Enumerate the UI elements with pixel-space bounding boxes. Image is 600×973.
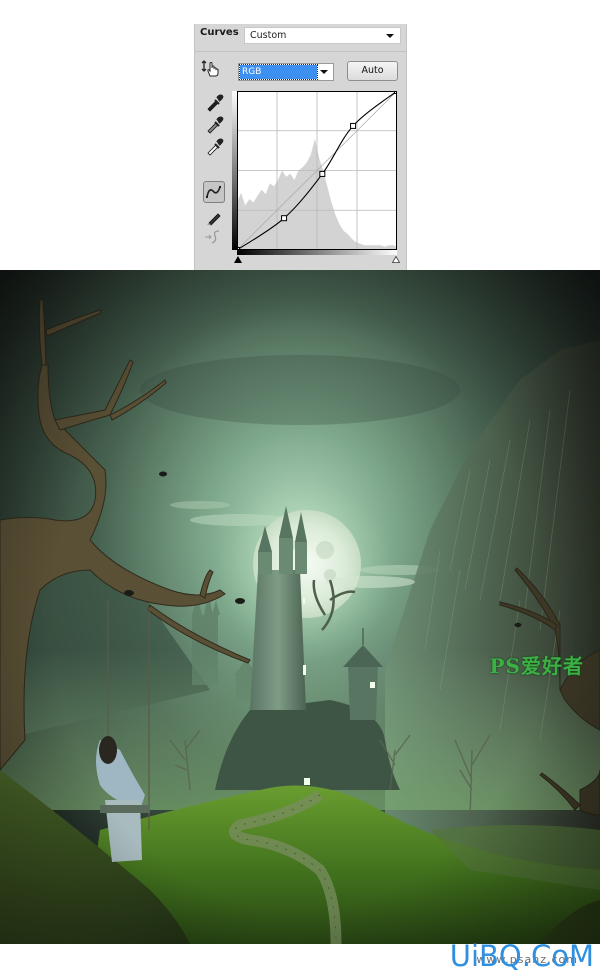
black-point-slider[interactable] (234, 256, 242, 263)
smooth-curve-tool (203, 227, 225, 247)
curve-control-point[interactable] (319, 170, 326, 177)
curve-control-point[interactable] (350, 122, 357, 129)
curve-icon (206, 186, 221, 198)
pencil-icon (207, 213, 221, 226)
eyedropper-white-icon (207, 138, 224, 156)
vignette (0, 270, 600, 971)
preset-dropdown[interactable]: Custom (244, 27, 401, 44)
hand-arrows-icon (201, 60, 219, 77)
edit-points-curve-tool[interactable] (203, 181, 225, 203)
curve-control-point[interactable] (281, 215, 288, 222)
eyedropper-gray-icon (207, 116, 224, 134)
artwork-image (0, 270, 600, 971)
input-gradient-bar (237, 250, 397, 255)
eyedropper-black-icon (207, 94, 224, 112)
watermark-logo: UiBQ.CoM (449, 939, 594, 973)
smooth-icon (205, 230, 220, 244)
on-image-adjust-tool[interactable] (201, 60, 221, 78)
fantasy-scene-illustration (0, 270, 600, 971)
white-point-eyedropper[interactable] (203, 136, 225, 156)
auto-button[interactable]: Auto (347, 61, 398, 81)
channel-dropdown[interactable]: RGB (238, 63, 334, 81)
chevron-down-icon (386, 34, 394, 38)
channel-value: RGB (239, 64, 318, 80)
chevron-down-icon (320, 70, 328, 74)
preset-value: Custom (250, 30, 287, 41)
watermark-site-name: PS爱好者 (489, 654, 584, 678)
panel-title: Curves (200, 27, 239, 38)
curves-graph[interactable] (237, 91, 397, 250)
curves-properties-panel: Curves Custom RGB Auto (194, 24, 407, 270)
white-point-slider[interactable] (392, 256, 400, 263)
gray-point-eyedropper[interactable] (203, 114, 225, 134)
divider (195, 51, 406, 52)
draw-pencil-tool[interactable] (203, 206, 225, 226)
black-point-eyedropper[interactable] (203, 92, 225, 112)
